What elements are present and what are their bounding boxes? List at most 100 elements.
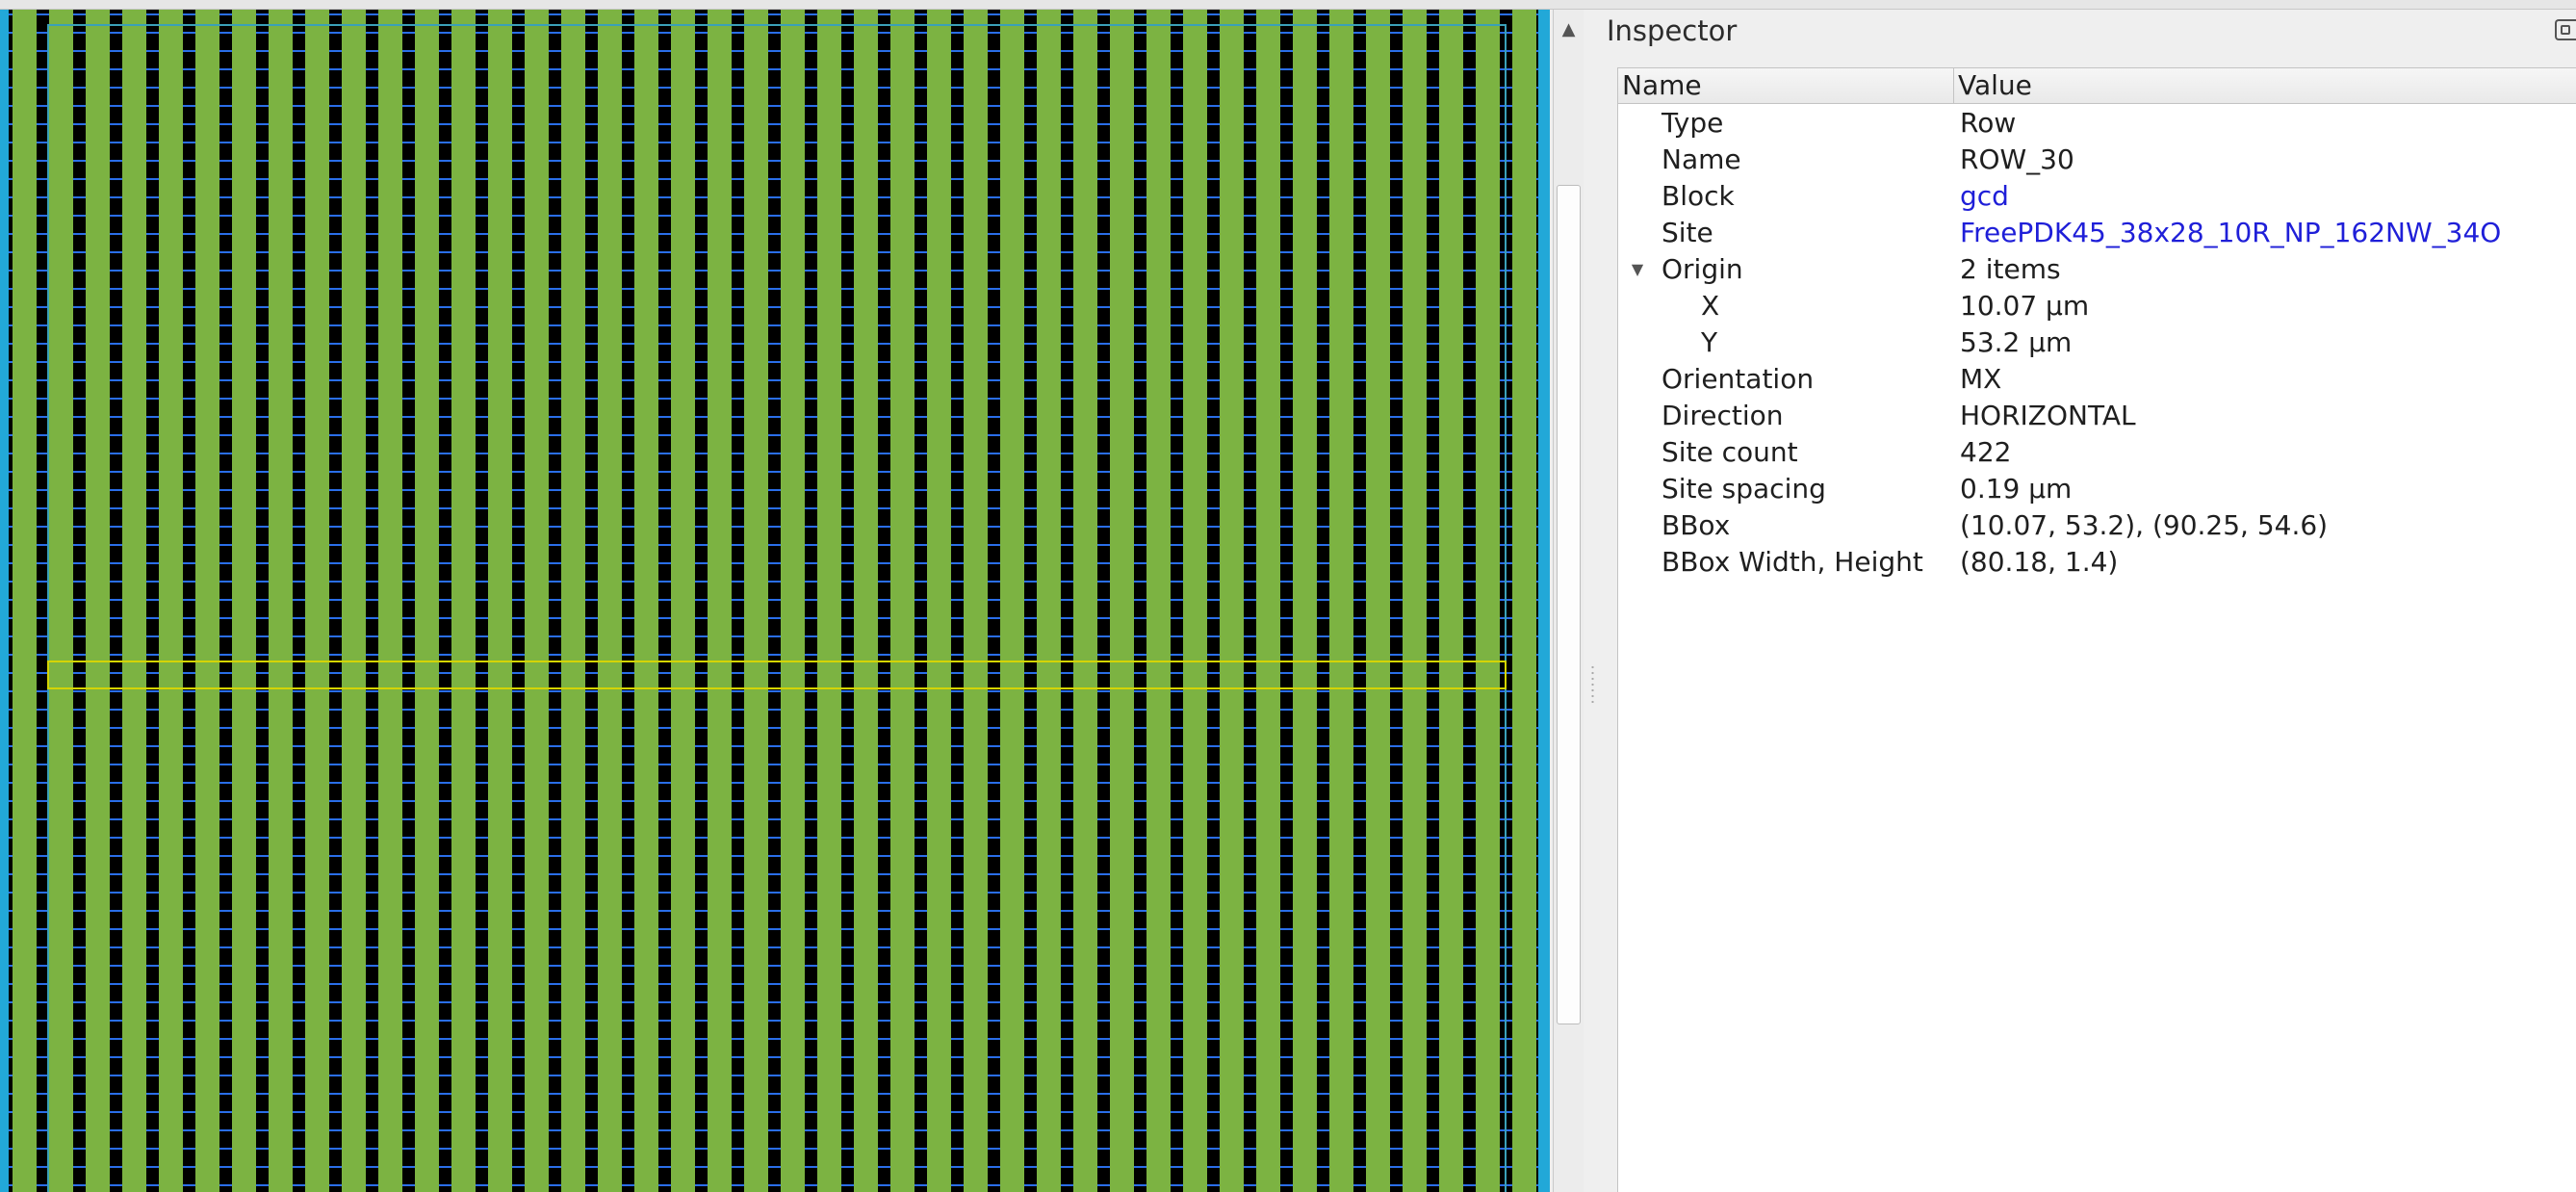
vertical-stripe <box>305 10 329 1192</box>
property-value: (10.07, 53.2), (90.25, 54.6) <box>1960 509 2329 541</box>
property-value: HORIZONTAL <box>1960 400 2136 431</box>
property-name: BBox Width, Height <box>1662 546 1923 578</box>
left-edge-track <box>0 10 9 1192</box>
property-row-origin-y[interactable]: Y 53.2 µm <box>1618 324 2576 361</box>
vertical-stripe <box>232 10 256 1192</box>
vertical-stripe <box>1183 10 1207 1192</box>
splitter-grip[interactable] <box>1591 664 1594 703</box>
property-name: Block <box>1662 180 1735 212</box>
vertical-stripe <box>708 10 732 1192</box>
property-value: (80.18, 1.4) <box>1960 546 2119 578</box>
vertical-stripe <box>1037 10 1061 1192</box>
property-row-origin-x[interactable]: X 10.07 µm <box>1618 288 2576 324</box>
site-link[interactable]: FreePDK45_38x28_10R_NP_162NW_34O <box>1960 215 2501 251</box>
vertical-stripe <box>964 10 988 1192</box>
vertical-stripe <box>122 10 146 1192</box>
property-row-site-count[interactable]: Site count 422 <box>1618 434 2576 471</box>
vertical-stripe <box>488 10 512 1192</box>
property-value: 2 items <box>1960 253 2061 285</box>
vertical-stripe <box>1256 10 1280 1192</box>
vertical-stripe <box>269 10 293 1192</box>
property-name: Direction <box>1662 400 1784 431</box>
vertical-stripe <box>671 10 695 1192</box>
vertical-stripe <box>1476 10 1500 1192</box>
property-row-type[interactable]: Type Row <box>1618 105 2576 142</box>
layout-view[interactable] <box>0 10 1550 1192</box>
inspector-title: Inspector <box>1607 14 1738 47</box>
layout-vertical-scrollbar[interactable]: ▲ <box>1553 10 1584 1192</box>
property-value: Row <box>1960 107 2017 139</box>
inspector-tree[interactable]: Name Value Type Row Name ROW_30 Block gc… <box>1617 67 2576 1192</box>
vertical-stripe <box>1329 10 1353 1192</box>
vertical-stripe <box>1403 10 1427 1192</box>
vertical-stripe <box>1073 10 1097 1192</box>
vertical-stripe <box>525 10 549 1192</box>
float-window-icon[interactable] <box>2555 19 2576 40</box>
vertical-stripe <box>1220 10 1244 1192</box>
vertical-stripe <box>1439 10 1463 1192</box>
property-name: Orientation <box>1662 363 1815 395</box>
property-value: MX <box>1960 363 2002 395</box>
vertical-stripe <box>159 10 183 1192</box>
property-name: BBox <box>1662 509 1731 541</box>
property-name: Site count <box>1662 436 1798 468</box>
vertical-stripe <box>86 10 110 1192</box>
vertical-stripe <box>13 10 37 1192</box>
vertical-stripe <box>561 10 585 1192</box>
column-header-name[interactable]: Name <box>1618 68 1954 103</box>
vertical-stripe <box>890 10 914 1192</box>
property-value: 422 <box>1960 436 2012 468</box>
property-value: 10.07 µm <box>1960 290 2090 322</box>
property-row-site-spacing[interactable]: Site spacing 0.19 µm <box>1618 471 2576 507</box>
property-value: 0.19 µm <box>1960 473 2073 505</box>
vertical-stripe <box>634 10 658 1192</box>
vertical-stripe <box>1293 10 1317 1192</box>
property-row-origin[interactable]: ▼ Origin 2 items <box>1618 251 2576 288</box>
vertical-stripe <box>744 10 768 1192</box>
property-row-bbox-size[interactable]: BBox Width, Height (80.18, 1.4) <box>1618 544 2576 581</box>
property-row-direction[interactable]: Direction HORIZONTAL <box>1618 398 2576 434</box>
property-name: Name <box>1662 143 1741 175</box>
up-arrow-icon[interactable]: ▲ <box>1554 10 1584 48</box>
property-rows: Type Row Name ROW_30 Block gcd Site Free… <box>1618 105 2576 581</box>
property-name: Type <box>1662 107 1724 139</box>
inspector-dock: Inspector Name Value Type Row Name ROW_3… <box>1603 10 2576 1192</box>
vertical-stripe <box>817 10 841 1192</box>
vertical-stripe <box>195 10 219 1192</box>
vertical-stripe <box>927 10 951 1192</box>
property-row-name[interactable]: Name ROW_30 <box>1618 142 2576 178</box>
vertical-stripe <box>1512 10 1536 1192</box>
vertical-stripe <box>1110 10 1134 1192</box>
vertical-stripe <box>378 10 402 1192</box>
vertical-stripe <box>49 10 73 1192</box>
vertical-stripe <box>1146 10 1171 1192</box>
dock-splitter[interactable] <box>1584 10 1603 1192</box>
right-edge-track <box>1538 10 1550 1192</box>
tree-header: Name Value <box>1618 68 2576 104</box>
scrollbar-thumb[interactable] <box>1557 185 1581 1024</box>
vertical-stripe <box>415 10 439 1192</box>
block-link[interactable]: gcd <box>1960 178 2009 215</box>
vertical-stripe <box>598 10 622 1192</box>
property-row-bbox[interactable]: BBox (10.07, 53.2), (90.25, 54.6) <box>1618 507 2576 544</box>
property-row-block[interactable]: Block gcd <box>1618 178 2576 215</box>
expanded-triangle-icon[interactable]: ▼ <box>1626 251 1649 288</box>
layout-canvas[interactable] <box>0 10 1550 1192</box>
openroad-gui-window: ▲ Inspector Name Value Type Row Name ROW… <box>0 0 2576 1192</box>
vertical-stripe <box>781 10 805 1192</box>
vertical-stripe <box>342 10 366 1192</box>
property-row-orientation[interactable]: Orientation MX <box>1618 361 2576 398</box>
property-name: Y <box>1701 326 1718 358</box>
property-value: ROW_30 <box>1960 143 2074 175</box>
vertical-stripe <box>1366 10 1390 1192</box>
property-name: Site spacing <box>1662 473 1826 505</box>
property-row-site[interactable]: Site FreePDK45_38x28_10R_NP_162NW_34O <box>1618 215 2576 251</box>
property-name: Site <box>1662 217 1713 248</box>
top-border <box>0 0 2576 10</box>
vertical-stripe <box>854 10 878 1192</box>
vertical-stripe <box>1000 10 1024 1192</box>
vertical-stripe <box>451 10 476 1192</box>
column-header-value[interactable]: Value <box>1954 68 2576 103</box>
property-name: X <box>1701 290 1720 322</box>
property-value: 53.2 µm <box>1960 326 2073 358</box>
